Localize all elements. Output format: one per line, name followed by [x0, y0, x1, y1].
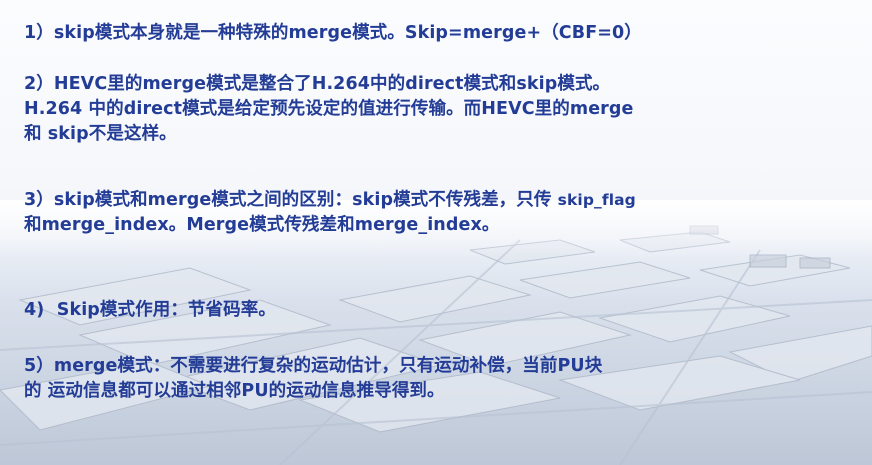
point-1-line-1: 1）skip模式本身就是一种特殊的merge模式。Skip=merge+（CBF…	[24, 23, 642, 43]
point-3-paragraph: 3）skip模式和merge模式之间的区别：skip模式不传残差，只传 skip…	[24, 188, 636, 238]
point-3-skip-flag-term: skip_flag	[557, 191, 636, 209]
slide: 1）skip模式本身就是一种特殊的merge模式。Skip=merge+（CBF…	[0, 0, 872, 465]
point-2-line-1: 2）HEVC里的merge模式是整合了H.264中的direct模式和skip模…	[24, 74, 611, 94]
point-5-paragraph: 5）merge模式：不需要进行复杂的运动估计，只有运动补偿，当前PU块 的 运动…	[24, 354, 602, 404]
point-2-line-3: 和 skip不是这样。	[24, 124, 177, 144]
point-1-paragraph: 1）skip模式本身就是一种特殊的merge模式。Skip=merge+（CBF…	[24, 21, 642, 46]
point-4-line-1: 4) Skip模式作用：节省码率。	[24, 300, 276, 320]
point-2-paragraph: 2）HEVC里的merge模式是整合了H.264中的direct模式和skip模…	[24, 72, 634, 147]
point-3-line-1: 3）skip模式和merge模式之间的区别：skip模式不传残差，只传 skip…	[24, 188, 636, 213]
point-3-line-2: 和merge_index。Merge模式传残差和merge_index。	[24, 215, 500, 235]
point-2-line-2: H.264 中的direct模式是给定预先设定的值进行传输。而HEVC里的mer…	[24, 99, 634, 119]
point-4-paragraph: 4) Skip模式作用：节省码率。	[24, 298, 276, 323]
point-5-line-1: 5）merge模式：不需要进行复杂的运动估计，只有运动补偿，当前PU块	[24, 356, 603, 376]
point-5-line-2: 的 运动信息都可以通过相邻PU的运动信息推导得到。	[24, 381, 445, 401]
point-3-line-1-main: 3）skip模式和merge模式之间的区别：skip模式不传残差，只传	[24, 190, 558, 210]
